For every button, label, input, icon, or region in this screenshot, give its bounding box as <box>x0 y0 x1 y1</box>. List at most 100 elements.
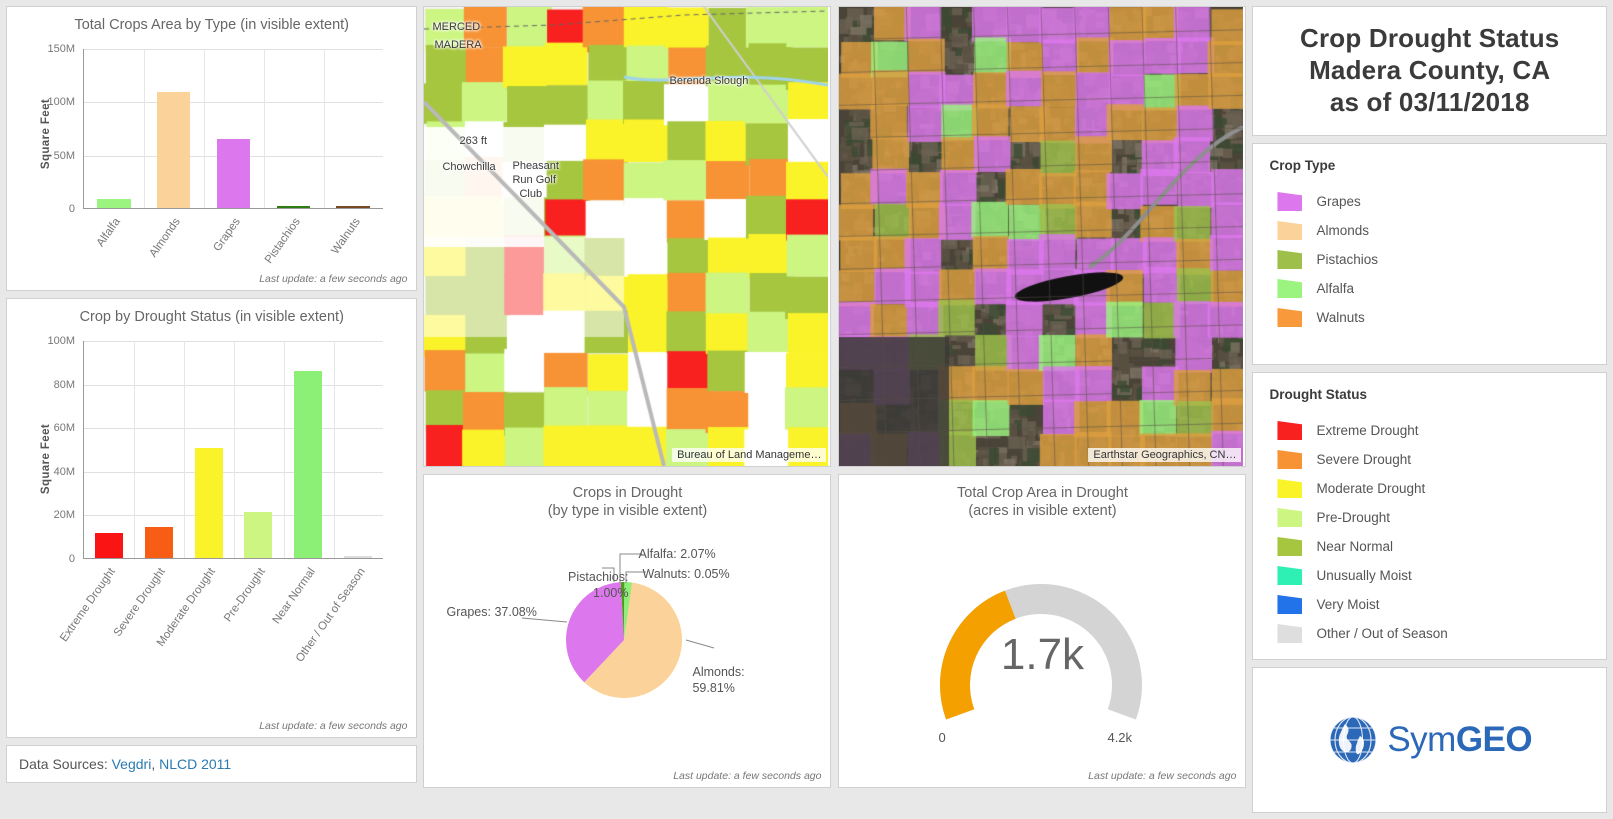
crop-legend-heading: Crop Type <box>1269 158 1336 173</box>
legend-item-moderate-drought[interactable]: Moderate Drought <box>1269 474 1590 503</box>
chart-title-crop-drought: Crop by Drought Status (in visible exten… <box>79 309 344 325</box>
bar-series <box>84 49 383 208</box>
legend-item-unusually-moist[interactable]: Unusually Moist <box>1269 561 1590 590</box>
bar[interactable] <box>194 447 223 558</box>
panel-crops-area-by-type: Total Crops Area by Type (in visible ext… <box>6 6 418 291</box>
chart-plot-crop-drought: Square Feet 0 20M 40M 60M 80M 100M Extreme Dro… <box>7 331 416 665</box>
bar[interactable] <box>276 206 311 208</box>
chart-grid <box>83 49 383 209</box>
drought-legend-heading: Drought Status <box>1269 387 1367 402</box>
right-column: Crop Drought Status Madera County, CA as… <box>1252 6 1607 813</box>
bar[interactable] <box>294 370 323 558</box>
y-axis-tick-label: 20M <box>53 509 75 522</box>
legend-item-walnuts[interactable]: Walnuts <box>1269 303 1590 332</box>
bar-slot <box>84 49 144 208</box>
logo-text-light: Sym <box>1387 720 1456 759</box>
panel-dashboard-title: Crop Drought Status Madera County, CA as… <box>1252 6 1607 136</box>
legend-item-label: Moderate Drought <box>1316 481 1426 496</box>
legend-item-label: Almonds <box>1316 223 1369 238</box>
data-source-link-vegdri[interactable]: Vegdri <box>112 756 152 772</box>
map-crop-type-satellite[interactable]: Earthstar Geographics, CN… <box>838 6 1247 467</box>
bar-slot <box>144 49 204 208</box>
legend-item-almonds[interactable]: Almonds <box>1269 216 1590 245</box>
x-axis-tick-label: Pre-Drought <box>222 566 268 625</box>
bar-series <box>84 341 383 558</box>
bar-slot <box>204 49 264 208</box>
bar-slot <box>323 49 383 208</box>
data-source-link-nlcd[interactable]: NLCD 2011 <box>159 756 231 772</box>
x-label-slot: Grapes <box>203 213 263 254</box>
logo-wordmark: SymGEO <box>1387 720 1532 760</box>
pie-label-name: Pistachios: <box>568 570 629 584</box>
legend-item-near-normal[interactable]: Near Normal <box>1269 532 1590 561</box>
legend-item-pre-drought[interactable]: Pre-Drought <box>1269 503 1590 532</box>
drought-map-attribution: Bureau of Land Manageme… <box>672 448 827 462</box>
bar[interactable] <box>144 527 173 558</box>
legend-item-very-moist[interactable]: Very Moist <box>1269 590 1590 619</box>
panel-drought-status-legend: Drought Status Extreme Drought Severe Dro… <box>1252 372 1607 660</box>
y-axis-ticks: 0 20M 40M 60M 80M 100M <box>37 335 79 565</box>
pie-label-value: 2.07% <box>680 547 716 561</box>
x-label-slot: Walnuts <box>323 213 383 257</box>
y-axis-tick-label: 50M <box>53 149 75 162</box>
bar-slot <box>84 341 134 558</box>
legend-swatch-icon <box>1277 221 1303 240</box>
legend-swatch-icon <box>1277 537 1303 556</box>
legend-swatch-icon <box>1277 279 1303 298</box>
pie-label-value: 1.00% <box>593 585 629 600</box>
page-title-line3: as of 03/11/2018 <box>1329 86 1530 117</box>
legend-swatch-icon <box>1277 624 1303 643</box>
x-axis-tick-label: Near Normal <box>270 566 318 627</box>
dashboard-root: Total Crops Area by Type (in visible ext… <box>0 0 1613 819</box>
bar[interactable] <box>97 199 131 208</box>
gauge-max-label: 4.2k <box>1107 730 1133 745</box>
legend-item-label: Grapes <box>1316 194 1361 209</box>
bar[interactable] <box>216 138 251 208</box>
panel-data-sources: Data Sources: Vegdri, NLCD 2011 <box>6 745 418 783</box>
last-update-crop-drought: Last update: a few seconds ago <box>259 720 408 732</box>
chart-plot-crops-area: Square Feet 0 50M 100M 150M Alfalfa Almonds Gr… <box>7 39 416 266</box>
x-axis-tick-label: Pistachios <box>262 216 303 266</box>
gauge-min-label: 0 <box>938 730 946 745</box>
symgeo-logo: SymGEO <box>1327 714 1533 766</box>
y-axis-tick-label: 100M <box>47 96 75 109</box>
bar[interactable] <box>94 532 123 558</box>
pie-slice-label: Walnuts: 0.05% <box>642 567 729 583</box>
bar-slot <box>233 341 283 558</box>
data-sources-prefix: Data Sources: <box>19 756 112 772</box>
legend-item-grapes[interactable]: Grapes <box>1269 187 1590 216</box>
last-update-crops-area: Last update: a few seconds ago <box>259 273 408 285</box>
legend-item-extreme-drought[interactable]: Extreme Drought <box>1269 416 1590 445</box>
satellite-map-canvas[interactable] <box>839 7 1244 466</box>
legend-item-other-out-of-season[interactable]: Other / Out of Season <box>1269 619 1590 648</box>
legend-item-label: Walnuts <box>1316 310 1365 325</box>
legend-swatch-icon <box>1277 192 1303 211</box>
legend-swatch-icon <box>1277 450 1303 469</box>
bar[interactable] <box>156 91 191 208</box>
x-axis-tick-label: Walnuts <box>329 216 363 257</box>
x-label-slot: Pre-Drought <box>222 563 283 624</box>
map-label: 263 ft <box>459 135 488 147</box>
legend-item-alfalfa[interactable]: Alfalfa <box>1269 274 1590 303</box>
bar[interactable] <box>344 556 372 558</box>
map-drought-status[interactable]: MERCED MADERA Berenda Slough 263 ft Chowchil… <box>423 6 832 467</box>
y-axis-tick-label: 0 <box>68 203 75 215</box>
legend-item-label: Pistachios <box>1316 252 1378 267</box>
chart-grid <box>83 341 383 559</box>
pie-label-name: Almonds: <box>692 665 745 679</box>
pie-label-value: 37.08% <box>494 605 537 619</box>
bar[interactable] <box>336 206 370 208</box>
gauge-title-main: Total Crop Area in Drought <box>957 485 1128 501</box>
x-axis-tick-label: Moderate Drought <box>154 566 218 649</box>
y-axis-ticks: 0 50M 100M 150M <box>37 43 79 215</box>
legend-item-severe-drought[interactable]: Severe Drought <box>1269 445 1590 474</box>
data-sources-text: Data Sources: Vegdri, NLCD 2011 <box>19 756 231 772</box>
pie-leader-line <box>686 639 715 649</box>
legend-item-pistachios[interactable]: Pistachios <box>1269 245 1590 274</box>
x-label-slot: Moderate Drought <box>155 563 233 649</box>
legend-item-label: Unusually Moist <box>1316 568 1412 583</box>
legend-item-label: Pre-Drought <box>1316 510 1390 525</box>
panel-logo: SymGEO <box>1252 667 1607 813</box>
bar[interactable] <box>244 512 273 558</box>
bar-slot <box>283 341 333 558</box>
